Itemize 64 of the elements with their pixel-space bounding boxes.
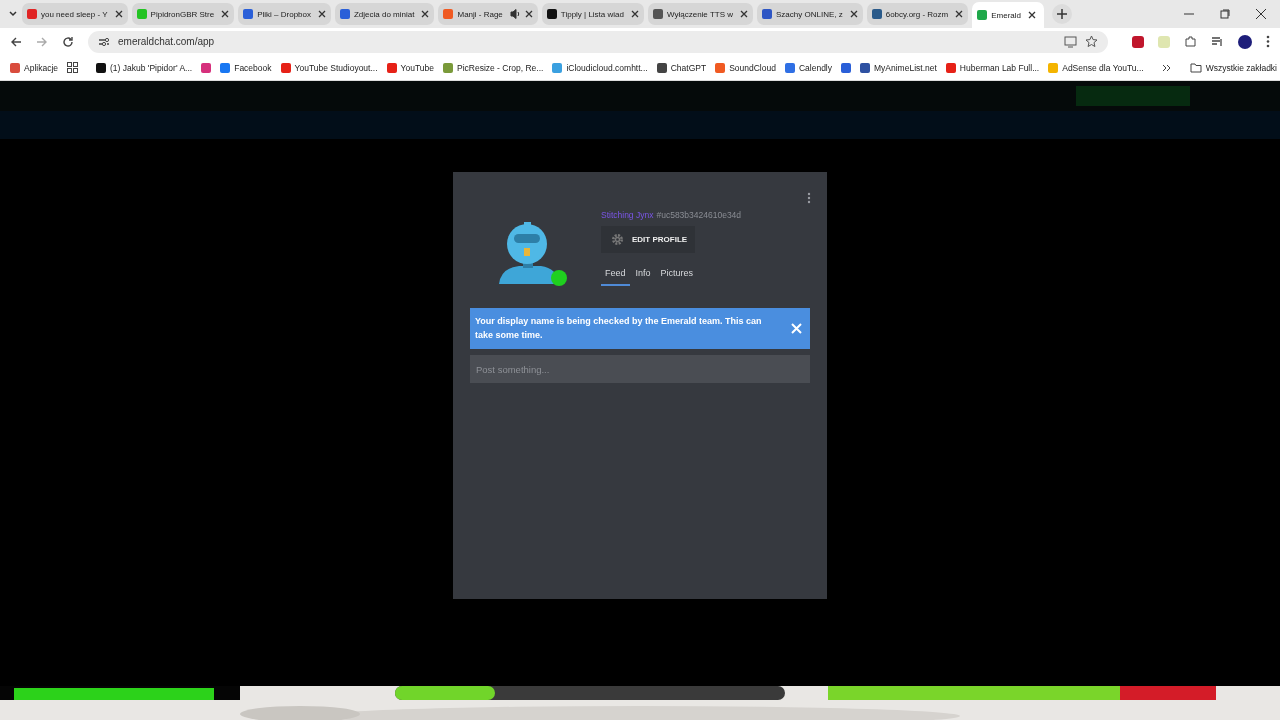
close-icon[interactable]	[740, 10, 748, 18]
tab-list-icon[interactable]	[8, 9, 18, 19]
browser-tab[interactable]: Wyłączenie TTS w	[647, 3, 753, 25]
all-bookmarks-button[interactable]: Wszystkie zakładki	[1189, 62, 1277, 73]
close-icon[interactable]	[318, 10, 326, 18]
chevron-icon[interactable]	[1161, 62, 1172, 73]
more-icon[interactable]	[807, 192, 811, 204]
restore-icon[interactable]	[1220, 9, 1230, 19]
settings-icon	[611, 233, 624, 246]
bookmark[interactable]: Aplikacje	[10, 62, 59, 73]
bookmark[interactable]: AdSense dla YouTu...	[1048, 62, 1144, 73]
close-icon[interactable]	[955, 10, 964, 18]
profile-tab[interactable]: Pictures	[656, 265, 698, 286]
bookmark[interactable]: Calendly	[784, 62, 832, 73]
new-tab-icon[interactable]	[1052, 4, 1073, 24]
user-tag: #uc583b3424610e34d	[656, 210, 742, 220]
close-icon[interactable]	[421, 10, 430, 18]
bookmark-icon[interactable]	[841, 62, 851, 73]
extension-icon[interactable]	[1132, 35, 1144, 48]
close-icon[interactable]	[114, 10, 123, 18]
close-icon[interactable]	[630, 10, 639, 18]
display-name: Stitching Jynx	[601, 210, 654, 220]
close-icon[interactable]	[1028, 11, 1037, 19]
folder-icon	[1189, 62, 1202, 73]
install-icon[interactable]	[1064, 35, 1077, 48]
bookmark[interactable]: PicResize - Crop, Re...	[442, 62, 544, 73]
bookmark[interactable]: (1) Jakub 'Pipidor' A...	[96, 62, 193, 73]
more-icon[interactable]	[1266, 35, 1270, 48]
browser-tab[interactable]: PipidronGBR Stre	[131, 3, 235, 25]
site-settings-icon[interactable]	[98, 35, 110, 48]
profile-tab[interactable]: Info	[631, 265, 655, 286]
account-avatar[interactable]	[1238, 34, 1252, 49]
browser-tab[interactable]: Manji - Rage	[438, 3, 538, 25]
browser-tab[interactable]: Pliki – Dropbox	[238, 3, 331, 25]
bookmark[interactable]: Huberman Lab Full...	[945, 62, 1040, 73]
address-bar[interactable]: emeraldchat.com/app	[88, 30, 1108, 53]
bookmark[interactable]: ChatGPT	[656, 62, 707, 73]
reload-icon[interactable]	[62, 35, 74, 48]
edit-profile-button[interactable]: EDIT PROFILE	[601, 226, 696, 253]
post-field[interactable]: Post something...	[470, 355, 810, 383]
browser-tab[interactable]: Tipply | Lista wiad	[541, 3, 644, 25]
browser-tab[interactable]: Zdjecia do miniat	[335, 3, 435, 25]
browser-tab[interactable]: 6obcy.org - Rozm	[866, 3, 969, 25]
bookmark[interactable]: YouTube Studioyout...	[280, 62, 378, 73]
browser-tab[interactable]: Emerald	[972, 2, 1045, 28]
bookmark[interactable]: SoundCloud	[715, 62, 776, 73]
media-icon[interactable]	[1211, 35, 1224, 48]
star-icon[interactable]	[1085, 35, 1098, 48]
bookmark[interactable]: YouTube	[386, 62, 434, 73]
bookmark[interactable]: MyAnimeList.net	[860, 62, 937, 73]
profile-tab[interactable]: Feed	[601, 265, 630, 286]
bookmark-icon[interactable]	[201, 62, 212, 73]
browser-tab[interactable]: you need sleep - Y	[22, 3, 128, 25]
browser-tab[interactable]: Szachy ONLINE, z	[757, 3, 863, 25]
bookmark[interactable]: Facebook	[220, 62, 272, 73]
close-icon[interactable]	[849, 10, 858, 18]
close-icon[interactable]	[524, 10, 533, 18]
close-icon[interactable]	[221, 10, 230, 18]
close-icon[interactable]	[1256, 9, 1266, 19]
speaker-icon[interactable]	[509, 9, 521, 19]
bookmark[interactable]: iCloudicloud.comhtt...	[552, 62, 648, 73]
back-icon[interactable]	[10, 35, 22, 48]
apps-grid-icon[interactable]	[67, 62, 79, 73]
notice-text: Your display name is being checked by the Emerald team. This can take some time.	[475, 315, 763, 342]
